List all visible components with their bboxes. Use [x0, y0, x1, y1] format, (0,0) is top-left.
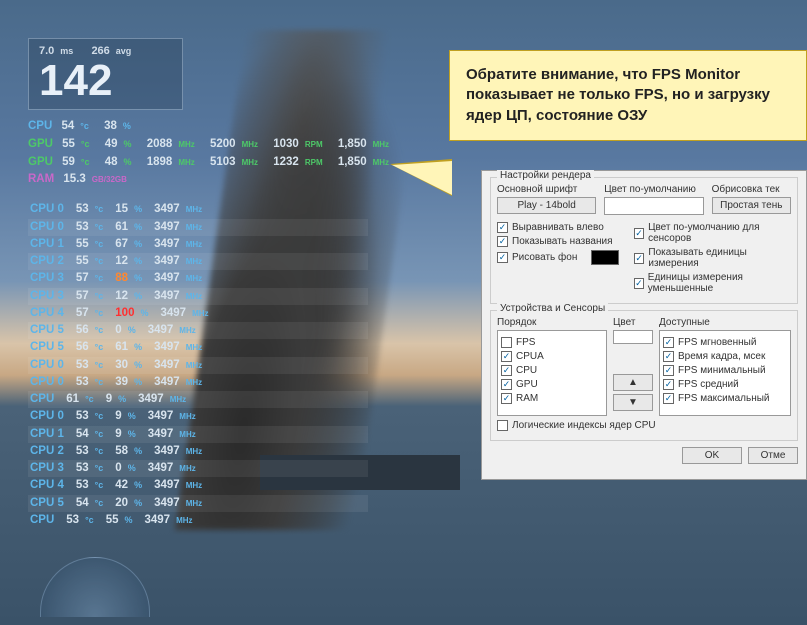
- cancel-button[interactable]: Отме: [748, 447, 798, 464]
- core-row: CPU 457°c100%3497MHz: [28, 305, 368, 322]
- ok-button[interactable]: OK: [682, 447, 742, 464]
- move-down-button[interactable]: ▼: [613, 394, 653, 411]
- settings-dialog: Настройки рендера Основной шрифт Play - …: [481, 170, 807, 480]
- show-names-checkbox[interactable]: [497, 236, 508, 247]
- callout-tooltip: Обратите внимание, что FPS Monitor показ…: [449, 50, 807, 141]
- avail-item-checkbox[interactable]: [663, 351, 674, 362]
- core-row: CPU 554°c20%3497MHz: [28, 495, 368, 512]
- avail-item-checkbox[interactable]: [663, 337, 674, 348]
- order-item-checkbox[interactable]: [501, 393, 512, 404]
- core-row: CPU 357°c88%3497MHz: [28, 270, 368, 287]
- order-item-checkbox[interactable]: [501, 351, 512, 362]
- radar-widget: [40, 557, 150, 617]
- align-left-checkbox[interactable]: [497, 222, 508, 233]
- avail-item-checkbox[interactable]: [663, 379, 674, 390]
- order-list[interactable]: FPSCPUACPUGPURAM: [497, 330, 607, 416]
- draw-bg-checkbox[interactable]: [497, 252, 508, 263]
- core-row: CPU 353°c0%3497MHz: [28, 460, 368, 477]
- core-row: CPU 556°c61%3497MHz: [28, 339, 368, 356]
- summary-panel: CPU 54°c 38% GPU 55°c 49% 2088MHz 5200MH…: [28, 118, 368, 189]
- order-item-checkbox[interactable]: [501, 379, 512, 390]
- avail-item-checkbox[interactable]: [663, 393, 674, 404]
- avail-item-checkbox[interactable]: [663, 365, 674, 376]
- core-row: CPU53°c55%3497MHz: [28, 512, 368, 529]
- core-row: CPU 556°c0%3497MHz: [28, 322, 368, 339]
- fps-value: 142: [39, 59, 172, 103]
- render-settings-group: Настройки рендера Основной шрифт Play - …: [490, 177, 798, 304]
- core-row: CPU 253°c58%3497MHz: [28, 443, 368, 460]
- core-row: CPU 053°c9%3497MHz: [28, 408, 368, 425]
- font-button[interactable]: Play - 14bold: [497, 197, 596, 214]
- order-item-checkbox[interactable]: [501, 365, 512, 376]
- cpu-cores-list: CPU 053°c15%3497MHzCPU 053°c61%3497MHzCP…: [28, 201, 368, 529]
- core-row: CPU 357°c12%3497MHz: [28, 288, 368, 305]
- callout-text: Обратите внимание, что FPS Monitor показ…: [466, 66, 770, 124]
- bg-color-swatch[interactable]: [591, 250, 619, 265]
- fps-counter: 7.0ms 266avg 142: [28, 38, 183, 110]
- core-row: CPU 053°c15%3497MHz: [28, 201, 368, 218]
- core-row: CPU 255°c12%3497MHz: [28, 253, 368, 270]
- show-units-checkbox[interactable]: [634, 253, 644, 264]
- default-color-input[interactable]: [604, 197, 703, 215]
- core-row: CPU 053°c61%3497MHz: [28, 219, 368, 236]
- core-row: CPU 154°c9%3497MHz: [28, 426, 368, 443]
- logical-cores-checkbox[interactable]: [497, 420, 508, 431]
- core-row: CPU 453°c42%3497MHz: [28, 477, 368, 494]
- devices-sensors-group: Устройства и Сенсоры Порядок FPSCPUACPUG…: [490, 310, 798, 441]
- core-row: CPU 155°c67%3497MHz: [28, 236, 368, 253]
- sensor-color-swatch[interactable]: [613, 330, 653, 344]
- available-list[interactable]: FPS мгновенныйВремя кадра, мсекFPS миним…: [659, 330, 791, 416]
- move-up-button[interactable]: ▲: [613, 374, 653, 391]
- core-row: CPU61°c9%3497MHz: [28, 391, 368, 408]
- outline-button[interactable]: Простая тень: [712, 197, 791, 214]
- order-item-checkbox[interactable]: [501, 337, 512, 348]
- core-row: CPU 053°c39%3497MHz: [28, 374, 368, 391]
- small-units-checkbox[interactable]: [634, 278, 644, 289]
- core-row: CPU 053°c30%3497MHz: [28, 357, 368, 374]
- fps-overlay: 7.0ms 266avg 142 CPU 54°c 38% GPU 55°c 4…: [28, 38, 368, 529]
- sensor-color-checkbox[interactable]: [634, 228, 644, 239]
